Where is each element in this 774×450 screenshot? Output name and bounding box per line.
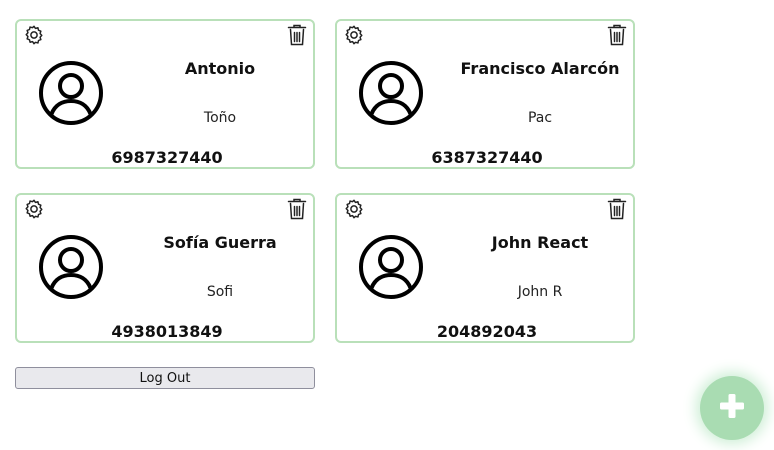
contact-nickname: Sofi [206,284,234,300]
contact-nickname: John R [517,284,563,300]
contact-name: Antonio [184,59,256,78]
gear-icon[interactable] [23,198,45,220]
contact-nickname: Pac [527,110,553,126]
contact-phone: 204892043 [436,322,538,341]
user-avatar-icon [359,235,423,299]
trash-icon[interactable] [607,24,627,46]
trash-icon[interactable] [287,198,307,220]
gear-icon[interactable] [343,198,365,220]
trash-icon[interactable] [607,198,627,220]
trash-icon[interactable] [287,24,307,46]
contact-card: Sofía Guerra Sofi 4938013849 [15,193,315,343]
contact-card: John React John R 204892043 [335,193,635,343]
user-avatar-icon [39,61,103,125]
user-avatar-icon [39,235,103,299]
contact-phone: 6987327440 [111,148,223,167]
contact-phone: 4938013849 [111,322,223,341]
contact-card: Francisco Alarcón Pac 6387327440 [335,19,635,169]
contact-name: Sofía Guerra [163,233,277,252]
plus-icon [718,392,746,424]
contact-name: Francisco Alarcón [460,59,620,78]
contact-nickname: Toño [203,110,237,126]
contact-phone: 6387327440 [431,148,543,167]
gear-icon[interactable] [23,24,45,46]
logout-button[interactable]: Log Out [15,367,315,389]
contact-card: Antonio Toño 6987327440 [15,19,315,169]
add-contact-button[interactable] [700,376,764,440]
contact-name: John React [491,233,589,252]
user-avatar-icon [359,61,423,125]
gear-icon[interactable] [343,24,365,46]
